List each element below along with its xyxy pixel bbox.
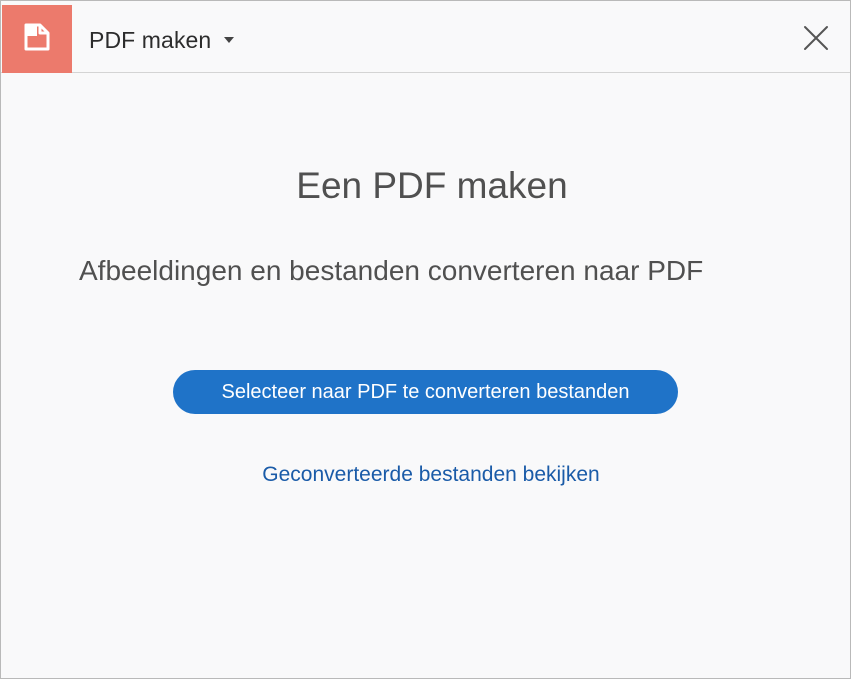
create-pdf-icon [20,20,54,59]
page-title: Een PDF maken [296,165,568,206]
tool-switcher[interactable]: PDF maken [89,25,235,55]
view-converted-files-link[interactable]: Geconverteerde bestanden bekijken [1,463,851,487]
create-pdf-window: PDF maken Een PDF maken Afbeeldingen en … [0,0,851,679]
page-subtitle: Afbeeldingen en bestanden converteren na… [79,255,704,286]
close-icon [803,25,829,56]
tool-tile [2,5,72,73]
tool-header: PDF maken [1,1,850,73]
close-button[interactable] [801,25,831,55]
select-files-button[interactable]: Selecteer naar PDF te converteren bestan… [173,370,678,414]
tool-name: PDF maken [89,26,212,53]
caret-down-icon [223,31,235,49]
